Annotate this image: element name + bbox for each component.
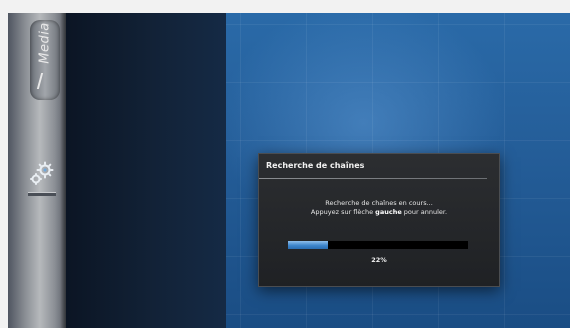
side-menu-strip: Media: [8, 13, 66, 328]
message-prefix: Appuyez sur flèche: [310, 208, 376, 216]
message-suffix: pour annuler.: [401, 208, 448, 216]
progress-percent-label: 22%: [371, 256, 387, 264]
channel-search-dialog: Recherche de chaînes Recherche de chaîne…: [258, 153, 500, 287]
dialog-message-line1: Recherche de chaînes en cours...: [325, 199, 433, 207]
dark-side-panel: [66, 13, 226, 328]
media-tab-label: Media: [37, 22, 53, 64]
dialog-message-line2: Appuyez sur flèche gauche pour annuler.: [259, 208, 499, 216]
progress-bar-fill: [288, 241, 328, 249]
message-bold-key: gauche: [375, 208, 402, 216]
tv-screen: Media Recherche de chaînes Recherche de …: [8, 13, 570, 328]
gear-icon[interactable]: [27, 160, 55, 188]
settings-item-underline: [28, 192, 56, 196]
dialog-title: Recherche de chaînes: [266, 161, 365, 170]
dialog-title-separator: [259, 178, 487, 179]
progress-bar: [288, 241, 468, 249]
